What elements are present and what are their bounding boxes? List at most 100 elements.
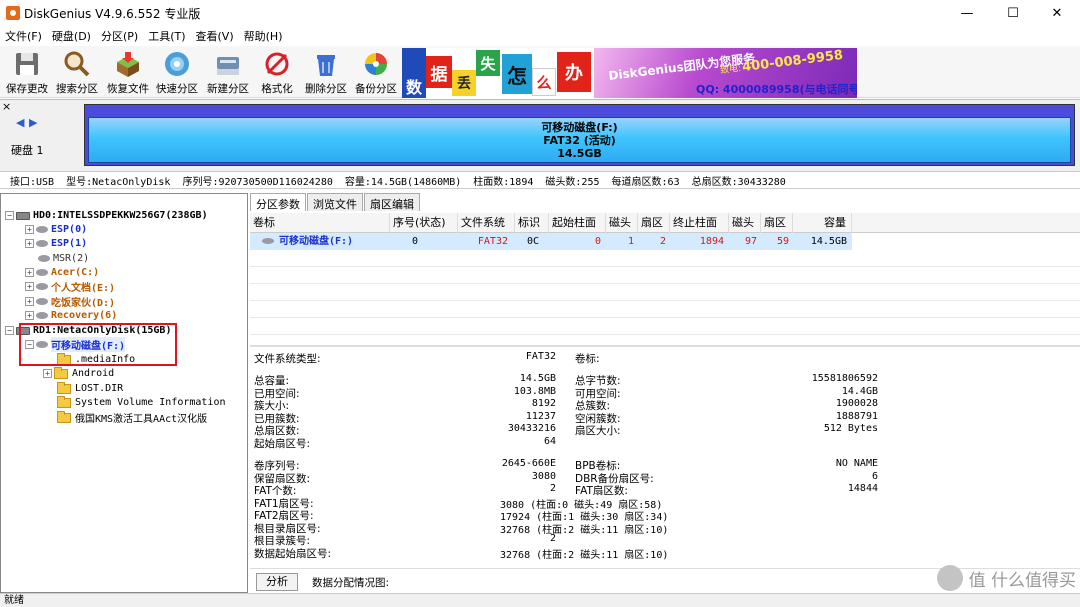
collapse-icon[interactable]: − — [5, 326, 14, 335]
col-fs[interactable]: 文件系统 — [458, 213, 515, 233]
menu-view[interactable]: 查看(V) — [191, 28, 239, 44]
recover-files-button[interactable]: 恢复文件 — [104, 48, 152, 96]
watermark-text: 值 什么值得买 — [968, 570, 1076, 591]
disk-info-line: 接口:USB 型号:NetacOnlyDisk 序列号:920730500D11… — [0, 171, 1080, 189]
tree-part-msr[interactable]: MSR(2) — [25, 252, 89, 265]
col-end-sector[interactable]: 扇区 — [761, 213, 793, 233]
distribution-label: 数据分配情况图: — [312, 577, 390, 589]
folder-icon — [57, 410, 71, 423]
banner-char-3: 丢 — [452, 70, 476, 96]
delete-partition-button[interactable]: 删除分区 — [302, 48, 350, 96]
new-partition-button[interactable]: 新建分区 — [204, 48, 252, 96]
prev-disk-icon[interactable]: ◀ — [16, 116, 24, 129]
partition-icon — [36, 240, 48, 247]
tree-part-esp0[interactable]: + ESP(0) — [25, 223, 87, 236]
menu-tools[interactable]: 工具(T) — [143, 28, 190, 44]
format-button[interactable]: 格式化 — [256, 48, 298, 96]
col-id[interactable]: 标识 — [515, 213, 549, 233]
search-partition-button[interactable]: 搜索分区 — [54, 48, 100, 96]
tree-part-recovery[interactable]: + Recovery(6) — [25, 309, 117, 322]
analyze-button[interactable]: 分析 — [256, 573, 298, 591]
status-text: 就绪 — [4, 595, 24, 606]
detail-value: 64 — [543, 435, 556, 447]
tree-part-documents[interactable]: + 个人文档(E:) — [25, 280, 116, 294]
format-icon — [263, 50, 291, 78]
menu-file[interactable]: 文件(F) — [0, 28, 47, 44]
detail-value: 2645-660E — [501, 458, 556, 469]
tab-sector-edit[interactable]: 扇区编辑 — [364, 193, 420, 211]
cell-volume: 可移动磁盘(F:) — [262, 233, 390, 250]
detail-value-2: 6 — [871, 470, 878, 482]
tree-part-acer[interactable]: + Acer(C:) — [25, 266, 99, 279]
backup-partition-button[interactable]: 备份分区 — [352, 48, 400, 96]
tree-part-d[interactable]: + 吃饭家伙(D:) — [25, 295, 115, 309]
cell-capacity: 14.5GB — [810, 236, 847, 247]
minimize-button[interactable]: — — [944, 0, 990, 26]
col-start-head[interactable]: 磁头 — [606, 213, 638, 233]
save-changes-button[interactable]: 保存更改 — [4, 48, 50, 96]
trash-icon — [312, 50, 340, 78]
tab-partition-params[interactable]: 分区参数 — [250, 193, 306, 211]
status-bar: 就绪 — [0, 593, 1080, 607]
cell-end-sector: 59 — [776, 236, 789, 247]
expand-icon[interactable]: + — [25, 225, 34, 234]
tree-folder-lostdir[interactable]: LOST.DIR — [57, 381, 123, 395]
tree-folder-aact[interactable]: 俄国KMS激活工具AAct汉化版 — [57, 410, 208, 425]
menu-disk[interactable]: 硬盘(D) — [47, 28, 96, 44]
col-volume[interactable]: 卷标 — [250, 213, 390, 233]
volume-label-label: 卷标: — [575, 353, 600, 365]
tree-label: Acer(C:) — [51, 267, 100, 278]
banner-char-2: 据 — [426, 56, 452, 88]
partition-block-name: 可移动磁盘(F:) — [541, 120, 618, 134]
tree-folder-android[interactable]: + Android — [43, 366, 114, 380]
cell-start-cyl: 0 — [594, 236, 601, 247]
title-bar: DiskGenius V4.9.6.552 专业版 — ☐ ✕ — [0, 0, 1080, 26]
col-start-sector[interactable]: 扇区 — [638, 213, 670, 233]
backup-partition-label: 备份分区 — [355, 83, 397, 95]
col-end-cyl[interactable]: 终止柱面 — [670, 213, 729, 233]
window-title: DiskGenius V4.9.6.552 专业版 — [24, 6, 201, 21]
detail-value: 14.5GB — [519, 373, 556, 384]
box-icon — [114, 50, 142, 78]
expand-icon[interactable]: + — [25, 268, 34, 277]
ad-banner[interactable]: 数 据 丢 失 怎 么 办 DiskGenius团队为您服务 400-008-9… — [402, 48, 857, 98]
fs-type-label: 文件系统类型: — [254, 353, 321, 365]
detail-value-2: 1888791 — [835, 410, 878, 422]
menu-help[interactable]: 帮助(H) — [239, 28, 288, 44]
tree-disk-hd0[interactable]: − HD0:INTELSSDPEKKW256G7(238GB) — [5, 209, 208, 222]
expand-icon[interactable]: + — [25, 311, 34, 320]
magnifier-icon — [63, 50, 91, 78]
tree-folder-svi[interactable]: System Volume Information — [57, 395, 226, 409]
partition-table-header: 卷标 序号(状态) 文件系统 标识 起始柱面 磁头 扇区 终止柱面 磁头 扇区 … — [250, 213, 1080, 233]
new-partition-icon — [214, 50, 242, 78]
tab-browse-files[interactable]: 浏览文件 — [307, 193, 363, 211]
detail-value: 3080 — [531, 470, 556, 482]
tree-label: System Volume Information — [75, 397, 226, 408]
expand-icon[interactable]: + — [43, 369, 52, 378]
disk-map-close-icon[interactable]: × — [2, 100, 11, 113]
quick-partition-button[interactable]: 快速分区 — [154, 48, 200, 96]
close-button[interactable]: ✕ — [1034, 0, 1080, 26]
col-capacity[interactable]: 容量 — [793, 213, 852, 233]
partition-icon — [36, 312, 48, 319]
tree-label: 俄国KMS激活工具AAct汉化版 — [75, 414, 208, 425]
tree-part-esp1[interactable]: + ESP(1) — [25, 237, 87, 250]
detail-label-2: 扇区大小: — [575, 425, 621, 437]
col-end-head[interactable]: 磁头 — [729, 213, 761, 233]
hard-disk-icon — [16, 211, 30, 220]
menu-bar: 文件(F) 硬盘(D) 分区(P) 工具(T) 查看(V) 帮助(H) — [0, 26, 1080, 46]
col-start-cyl[interactable]: 起始柱面 — [549, 213, 606, 233]
partition-block[interactable]: 可移动磁盘(F:) FAT32 (活动) 14.5GB — [88, 117, 1071, 163]
detail-label: 起始扇区号: — [254, 437, 311, 450]
table-row[interactable]: 可移动磁盘(F:) 0 FAT32 0C 0 1 2 1894 97 59 14… — [250, 233, 852, 250]
maximize-button[interactable]: ☐ — [990, 0, 1036, 26]
col-index[interactable]: 序号(状态) — [390, 213, 458, 233]
next-disk-icon[interactable]: ▶ — [29, 116, 37, 129]
menu-partition[interactable]: 分区(P) — [96, 28, 143, 44]
collapse-icon[interactable]: − — [5, 211, 14, 220]
expand-icon[interactable]: + — [25, 239, 34, 248]
partition-icon — [36, 283, 48, 290]
expand-icon[interactable]: + — [25, 282, 34, 291]
tree-label: 个人文档(E:) — [51, 283, 116, 294]
expand-icon[interactable]: + — [25, 297, 34, 306]
